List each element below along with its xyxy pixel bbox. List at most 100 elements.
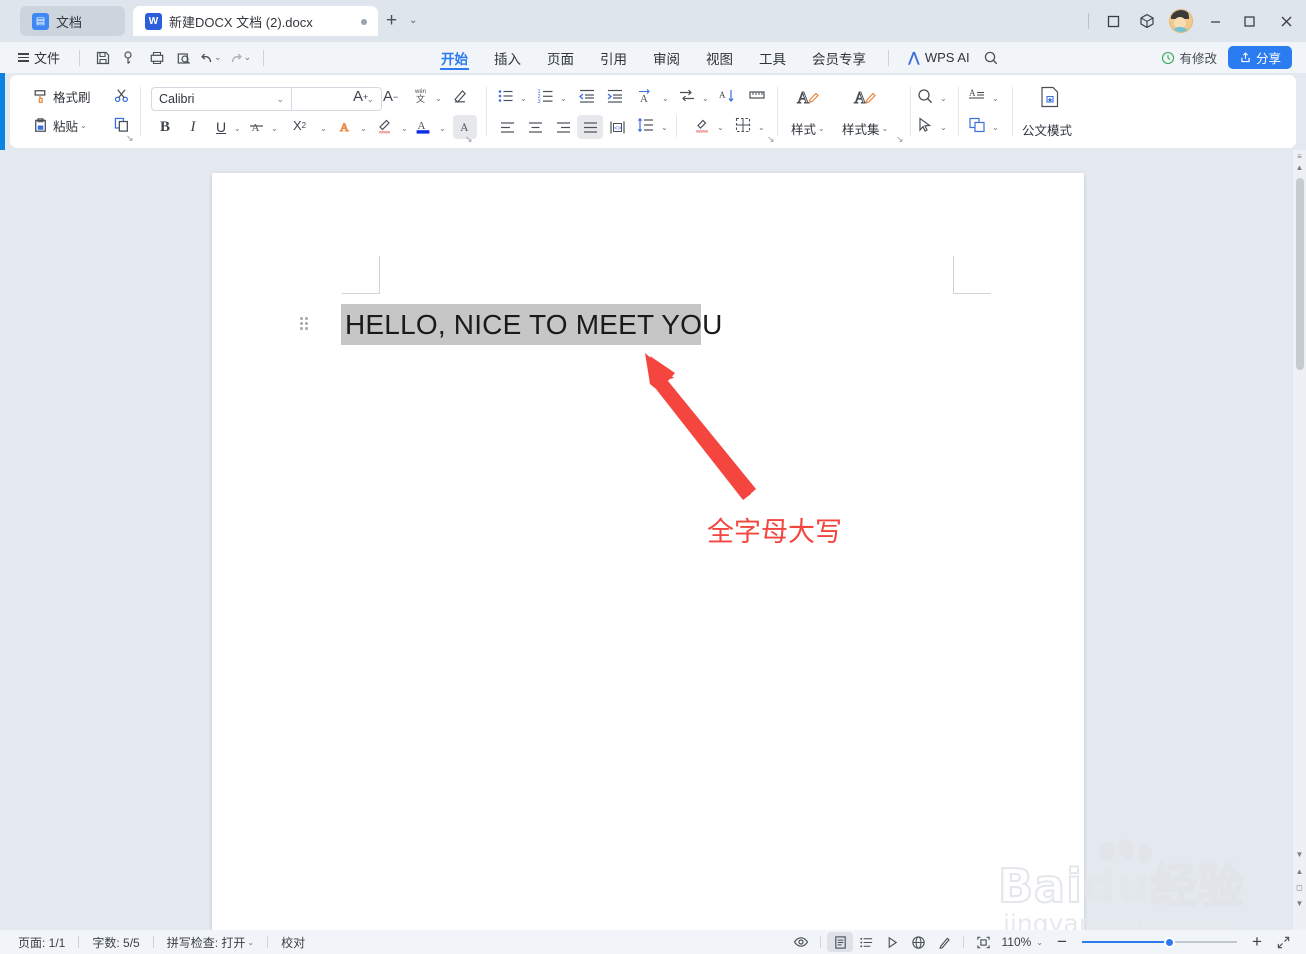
- superscript-button[interactable]: X2: [293, 118, 306, 133]
- new-tab-button[interactable]: +: [386, 11, 397, 30]
- line-spacing-caret-icon[interactable]: ⌄: [661, 123, 668, 132]
- clipboard-dialog-launcher[interactable]: ↘: [126, 133, 134, 144]
- bold-button[interactable]: B: [154, 116, 176, 138]
- document-body-text[interactable]: HELLO, NICE TO MEET YOU: [345, 309, 723, 341]
- scroll-down-arrow-icon[interactable]: ▼: [1295, 850, 1304, 859]
- superscript-caret-icon[interactable]: ⌄: [320, 124, 327, 133]
- close-icon[interactable]: [1266, 0, 1306, 42]
- read-view-icon[interactable]: [879, 932, 905, 952]
- grow-font-icon[interactable]: A +: [353, 88, 368, 105]
- format-painter-button[interactable]: 格式刷: [32, 87, 91, 106]
- increase-indent-icon[interactable]: [606, 87, 624, 105]
- save-as-icon[interactable]: [116, 42, 143, 73]
- arrange-caret-icon[interactable]: ⌄: [992, 123, 999, 132]
- bullets-caret-icon[interactable]: ⌄: [520, 94, 527, 103]
- numbering-caret-icon[interactable]: ⌄: [560, 94, 567, 103]
- align-center-icon[interactable]: [523, 116, 547, 138]
- styles-dialog-launcher[interactable]: ↘: [896, 134, 904, 145]
- find-icon[interactable]: [916, 87, 934, 105]
- align-right-icon[interactable]: [551, 116, 575, 138]
- align-left-icon[interactable]: [495, 116, 519, 138]
- tab-review[interactable]: 审阅: [640, 42, 693, 73]
- font-dialog-launcher[interactable]: ↘: [465, 134, 473, 145]
- font-name-combobox[interactable]: Calibri ⌄: [152, 88, 291, 110]
- document-page[interactable]: HELLO, NICE TO MEET YOU 全字母大写 Baidu经验 ji…: [212, 173, 1245, 930]
- share-button[interactable]: 分享: [1227, 46, 1292, 69]
- prev-page-icon[interactable]: ▲: [1295, 867, 1304, 876]
- document-canvas[interactable]: HELLO, NICE TO MEET YOU 全字母大写 Baidu经验 ji…: [0, 150, 1306, 930]
- zoom-caret-icon[interactable]: ⌄: [1036, 938, 1043, 947]
- line-spacing-icon[interactable]: [637, 116, 655, 134]
- spellcheck-caret-icon[interactable]: ⌄: [247, 938, 254, 947]
- style-set-caret-icon[interactable]: ⌄: [882, 124, 889, 133]
- style-set-button[interactable]: 样式集 ⌄: [842, 119, 888, 138]
- gov-doc-button[interactable]: 公文模式: [1022, 120, 1072, 139]
- file-menu-button[interactable]: 文件: [18, 48, 60, 67]
- zoom-out-button[interactable]: −: [1049, 932, 1075, 952]
- tab-page[interactable]: 页面: [534, 42, 587, 73]
- font-color-icon[interactable]: A: [414, 117, 432, 135]
- page-indicator[interactable]: 页面: 1/1: [18, 934, 65, 951]
- borders-caret-icon[interactable]: ⌄: [758, 123, 765, 132]
- eye-icon[interactable]: [788, 932, 814, 952]
- strikethrough-icon[interactable]: A: [248, 118, 265, 135]
- align-justify-icon[interactable]: [577, 115, 603, 139]
- undo-caret-icon[interactable]: ⌄: [214, 52, 222, 63]
- tab-references[interactable]: 引用: [587, 42, 640, 73]
- highlight-caret-icon[interactable]: ⌄: [401, 124, 408, 133]
- cut-icon[interactable]: [113, 87, 130, 104]
- print-icon[interactable]: [143, 42, 170, 73]
- shading-icon[interactable]: [693, 116, 711, 134]
- borders-icon[interactable]: [734, 116, 752, 134]
- vertical-scrollbar[interactable]: ≡ ▲ ▼ ▲ ◻ ▼: [1293, 150, 1306, 930]
- show-paragraph-marks-icon[interactable]: [748, 87, 766, 105]
- shading-caret-icon[interactable]: ⌄: [717, 123, 724, 132]
- zoom-slider[interactable]: [1082, 935, 1237, 949]
- zoom-in-button[interactable]: +: [1244, 932, 1270, 952]
- pinyin-guide-icon[interactable]: wén 文: [412, 86, 430, 104]
- select-browse-object-icon[interactable]: ◻: [1295, 883, 1304, 892]
- sort-icon[interactable]: A: [718, 87, 736, 105]
- modified-status[interactable]: 有修改: [1161, 48, 1217, 67]
- tab-active-file[interactable]: W 新建DOCX 文档 (2).docx: [133, 6, 378, 36]
- minimize-icon[interactable]: [1198, 0, 1232, 42]
- paragraph-drag-handle[interactable]: [300, 317, 309, 330]
- new-tab-caret-icon[interactable]: ⌄: [409, 15, 417, 26]
- scroll-top-icon[interactable]: ≡: [1295, 152, 1304, 161]
- underline-button[interactable]: U: [210, 116, 232, 138]
- cube-icon[interactable]: [1130, 0, 1164, 42]
- maximize-icon[interactable]: [1232, 0, 1266, 42]
- next-page-icon[interactable]: ▼: [1295, 899, 1304, 908]
- word-count-indicator[interactable]: 字数: 5/5: [92, 934, 139, 951]
- tab-documents[interactable]: ▤ 文档: [20, 6, 125, 36]
- tab-view[interactable]: 视图: [693, 42, 746, 73]
- arrange-objects-icon[interactable]: [968, 116, 986, 134]
- fullscreen-focus-icon[interactable]: [970, 932, 996, 952]
- find-caret-icon[interactable]: ⌄: [940, 94, 947, 103]
- numbering-icon[interactable]: 123: [537, 87, 555, 105]
- redo-icon[interactable]: [225, 42, 247, 73]
- bullets-icon[interactable]: [497, 87, 515, 105]
- paragraph-dialog-launcher[interactable]: ↘: [767, 134, 775, 145]
- avatar[interactable]: [1164, 0, 1198, 42]
- decrease-indent-icon[interactable]: [578, 87, 596, 105]
- shrink-font-icon[interactable]: A −: [383, 88, 398, 105]
- italic-button[interactable]: I: [182, 116, 204, 138]
- spellcheck-indicator[interactable]: 拼写检查: 打开 ⌄: [167, 934, 254, 951]
- select-pointer-icon[interactable]: [916, 116, 934, 134]
- wps-ai-button[interactable]: ⋀ WPS AI: [898, 49, 970, 66]
- font-color-caret-icon[interactable]: ⌄: [439, 124, 446, 133]
- page-view-icon[interactable]: [827, 932, 854, 952]
- print-preview-icon[interactable]: [170, 42, 197, 73]
- search-icon[interactable]: [978, 42, 1005, 73]
- distribute-icon[interactable]: <>: [606, 116, 628, 138]
- outline-view-icon[interactable]: [853, 932, 879, 952]
- underline-caret-icon[interactable]: ⌄: [234, 124, 241, 133]
- highlight-icon[interactable]: [376, 117, 394, 135]
- save-icon[interactable]: [89, 42, 116, 73]
- tab-home[interactable]: 开始: [428, 42, 481, 73]
- text-effect-icon[interactable]: A: [337, 118, 354, 135]
- scroll-up-arrow-icon[interactable]: ▲: [1295, 163, 1304, 172]
- expand-icon[interactable]: [1270, 932, 1296, 952]
- tab-member-exclusive[interactable]: 会员专享: [799, 42, 879, 73]
